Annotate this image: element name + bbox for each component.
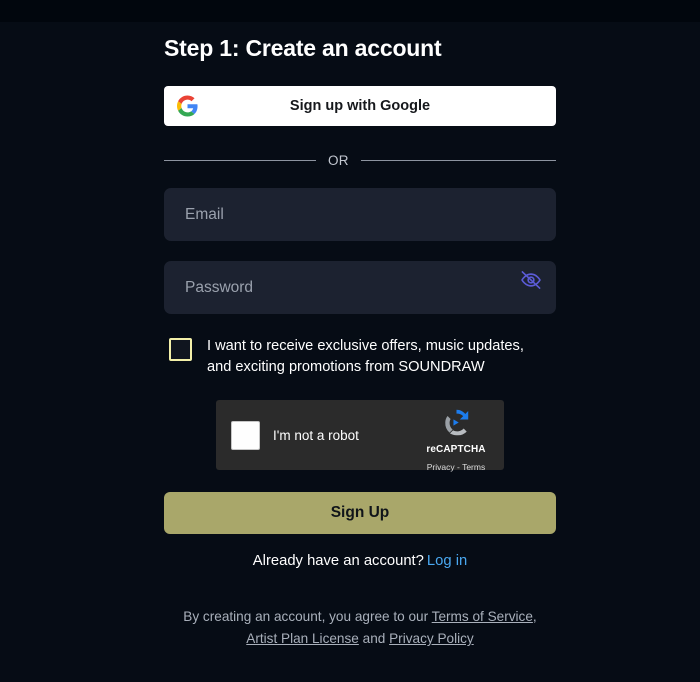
log-in-link[interactable]: Log in: [427, 553, 467, 569]
artist-plan-license-link[interactable]: Artist Plan License: [246, 631, 359, 646]
or-divider: OR: [164, 152, 556, 168]
recaptcha-logo-icon: [440, 406, 473, 439]
terms-and: and: [362, 631, 386, 646]
divider-label: OR: [328, 152, 349, 168]
terms-text: By creating an account, you agree to our…: [164, 606, 556, 650]
divider-line-left: [164, 159, 316, 161]
recaptcha-branding: reCAPTCHA Privacy - Terms: [418, 406, 494, 475]
page-title: Step 1: Create an account: [164, 35, 442, 61]
recaptcha-links: Privacy - Terms: [427, 462, 485, 472]
sign-up-with-google-button[interactable]: Sign up with Google: [164, 86, 556, 126]
email-field[interactable]: Email: [164, 188, 556, 241]
terms-of-service-link[interactable]: Terms of Service: [432, 609, 533, 624]
sign-up-button-label: Sign Up: [330, 504, 390, 521]
recaptcha-widget[interactable]: I'm not a robot reCAPTCHA Privacy - Term…: [216, 400, 504, 472]
newsletter-checkbox[interactable]: [169, 338, 192, 361]
eye-off-icon[interactable]: [520, 269, 542, 291]
newsletter-checkbox-row[interactable]: I want to receive exclusive offers, musi…: [164, 336, 556, 378]
recaptcha-terms-link[interactable]: Terms: [462, 462, 485, 472]
divider-line-right: [360, 159, 556, 161]
recaptcha-checkbox[interactable]: [231, 420, 260, 450]
privacy-policy-link[interactable]: Privacy Policy: [389, 631, 474, 646]
signup-column: Step 1: Create an account Sign up with G…: [164, 22, 556, 650]
google-button-label: Sign up with Google: [289, 98, 431, 114]
recaptcha-brand-name: reCAPTCHA: [426, 444, 486, 455]
terms-prefix: By creating an account, you agree to our: [183, 609, 429, 624]
email-placeholder: Email: [185, 205, 224, 223]
recaptcha-privacy-link[interactable]: Privacy: [427, 462, 455, 472]
top-bar: [0, 0, 700, 22]
terms-comma: ,: [532, 609, 537, 624]
login-prompt-text: Already have an account?: [252, 553, 424, 569]
sign-up-button[interactable]: Sign Up: [164, 492, 556, 534]
recaptcha-separator: -: [457, 462, 460, 472]
recaptcha-label: I'm not a robot: [273, 427, 359, 443]
recaptcha-container: I'm not a robot reCAPTCHA Privacy - Term…: [164, 400, 556, 472]
google-g-icon: [177, 95, 198, 117]
login-prompt-row: Already have an account? Log in: [164, 553, 556, 569]
password-placeholder: Password: [185, 278, 254, 296]
newsletter-label: I want to receive exclusive offers, musi…: [207, 338, 524, 375]
signup-page: Step 1: Create an account Sign up with G…: [0, 22, 700, 682]
password-field[interactable]: Password: [164, 261, 556, 314]
